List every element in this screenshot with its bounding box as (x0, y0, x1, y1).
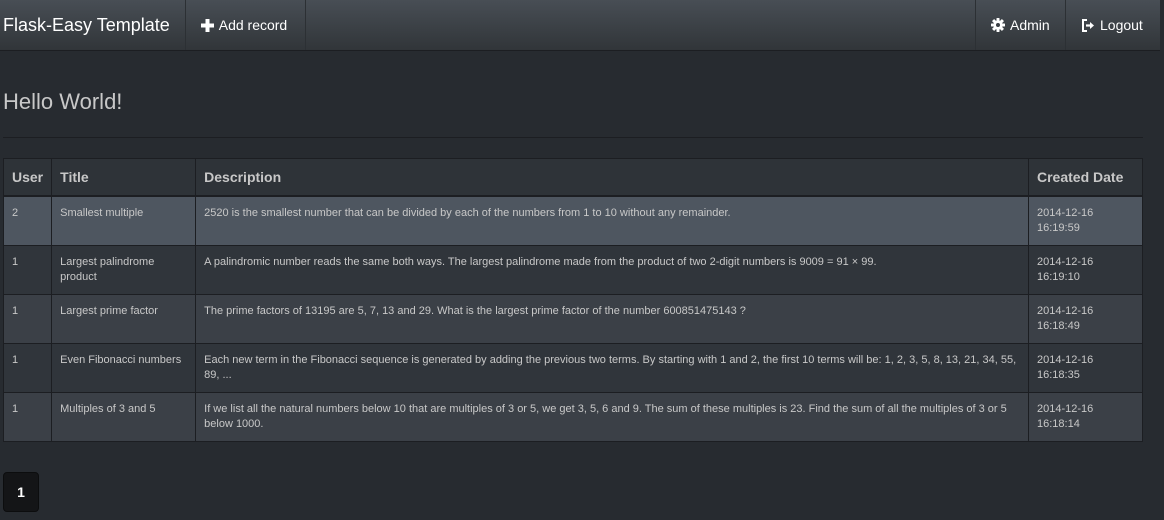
time-value: 16:18:14 (1037, 418, 1080, 430)
table-row[interactable]: 1 Multiples of 3 and 5 If we list all th… (2, 392, 1143, 442)
time-value: 16:19:59 (1037, 222, 1080, 234)
cell-created-date: 2014-12-16 16:19:59 (1028, 195, 1143, 246)
table-header-row: User Title Description Created Date (2, 158, 1143, 197)
cell-user: 1 (2, 245, 53, 295)
time-value: 16:18:35 (1037, 369, 1080, 381)
column-header-created-date: Created Date (1028, 158, 1143, 197)
title-divider (3, 137, 1143, 138)
cell-title: Multiples of 3 and 5 (51, 392, 197, 442)
cell-description: A palindromic number reads the same both… (195, 245, 1029, 295)
date-value: 2014-12-16 (1037, 354, 1094, 366)
navbar-right: Admin Logout (975, 0, 1160, 50)
cell-created-date: 2014-12-16 16:18:49 (1028, 294, 1143, 344)
column-header-user: User (2, 158, 53, 197)
cell-user: 1 (2, 392, 53, 442)
cell-user: 1 (2, 343, 53, 393)
date-value: 2014-12-16 (1037, 256, 1094, 268)
column-header-description: Description (195, 158, 1029, 197)
logout-icon (1081, 18, 1095, 32)
logout-link[interactable]: Logout (1065, 0, 1160, 50)
table-row[interactable]: 1 Even Fibonacci numbers Each new term i… (2, 343, 1143, 393)
cell-created-date: 2014-12-16 16:18:14 (1028, 392, 1143, 442)
add-record-link[interactable]: Add record (186, 0, 306, 50)
add-record-label: Add record (218, 17, 288, 33)
admin-link[interactable]: Admin (975, 0, 1065, 50)
date-value: 2014-12-16 (1037, 305, 1094, 317)
cell-title: Smallest multiple (51, 195, 197, 246)
admin-label: Admin (1010, 17, 1050, 33)
logout-label: Logout (1100, 17, 1143, 33)
cell-description: Each new term in the Fibonacci sequence … (195, 343, 1029, 393)
cell-description: If we list all the natural numbers below… (195, 392, 1029, 442)
cell-description: The prime factors of 13195 are 5, 7, 13 … (195, 294, 1029, 344)
column-header-title: Title (51, 158, 197, 197)
cell-title: Largest palindrome product (51, 245, 197, 295)
gear-icon (991, 18, 1005, 32)
pagination-page-button[interactable]: 1 (3, 472, 39, 512)
records-table: User Title Description Created Date 2 Sm… (2, 158, 1143, 442)
table-row[interactable]: 1 Largest prime factor The prime factors… (2, 294, 1143, 344)
top-navbar: Flask-Easy Template Add record Admin Log… (0, 0, 1160, 51)
cell-user: 2 (2, 195, 53, 246)
table-row[interactable]: 1 Largest palindrome product A palindrom… (2, 245, 1143, 295)
cell-description: 2520 is the smallest number that can be … (195, 195, 1029, 246)
date-value: 2014-12-16 (1037, 403, 1094, 415)
cell-title: Largest prime factor (51, 294, 197, 344)
time-value: 16:18:49 (1037, 320, 1080, 332)
table-row[interactable]: 2 Smallest multiple 2520 is the smallest… (2, 195, 1143, 246)
cell-user: 1 (2, 294, 53, 344)
brand-title[interactable]: Flask-Easy Template (0, 0, 186, 50)
cell-created-date: 2014-12-16 16:19:10 (1028, 245, 1143, 295)
cell-created-date: 2014-12-16 16:18:35 (1028, 343, 1143, 393)
plus-icon (200, 18, 214, 32)
cell-title: Even Fibonacci numbers (51, 343, 197, 393)
time-value: 16:19:10 (1037, 271, 1080, 283)
date-value: 2014-12-16 (1037, 207, 1094, 219)
page-title: Hello World! (3, 89, 123, 114)
